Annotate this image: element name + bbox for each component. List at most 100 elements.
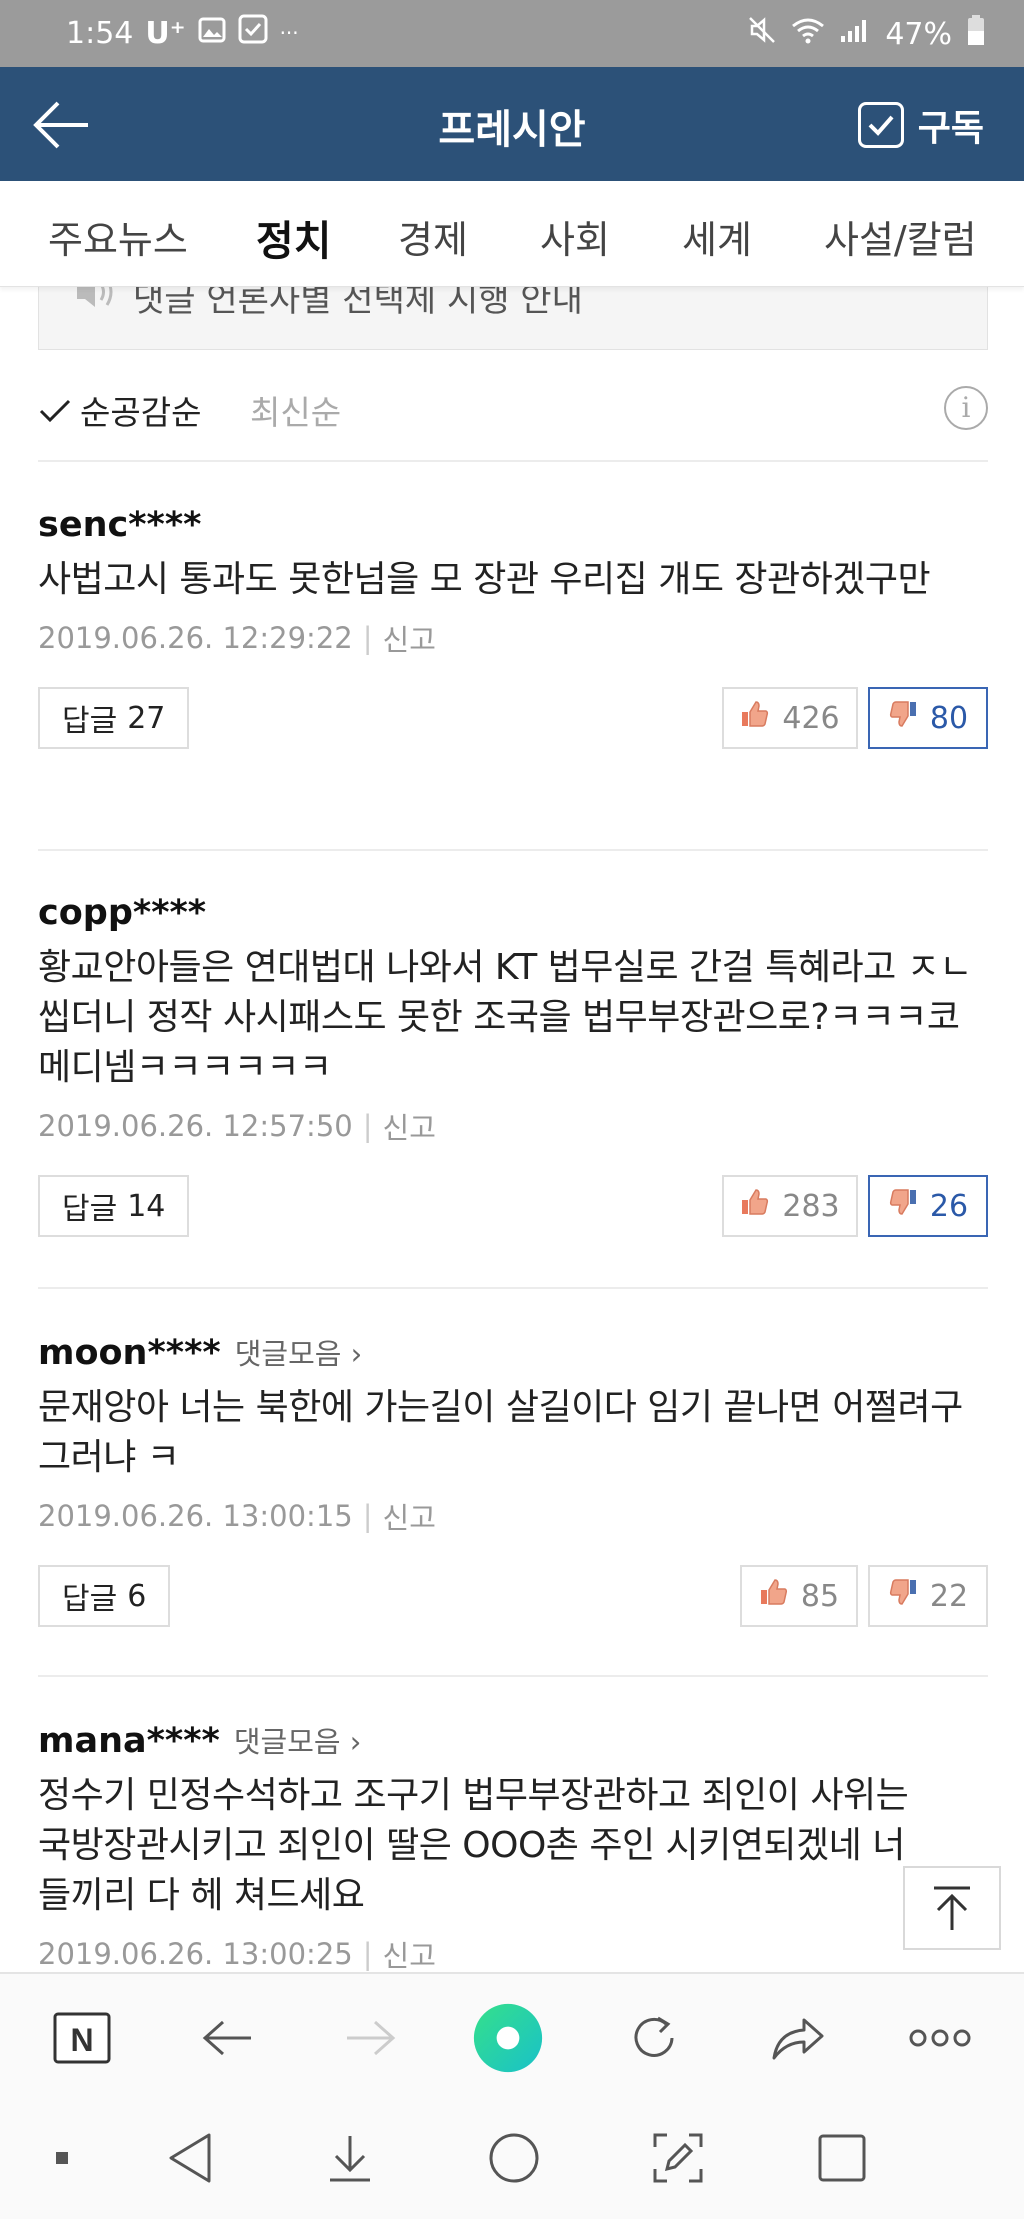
arrow-up-icon [934,1886,970,1930]
divider [38,1287,988,1289]
like-count: 283 [782,1188,840,1224]
refresh-icon[interactable] [618,2002,690,2074]
more-notifications: ··· [279,21,299,45]
sort-by-latest[interactable]: 최신순 [250,386,341,434]
comment-text: 황교안아들은 연대법대 나와서 KT 법무실로 간걸 특혜라고 ㅈㄴ 씹더니 정… [38,947,972,1088]
carrier-label: U⁺ [145,15,186,51]
screenshot-edit-icon[interactable] [646,2126,710,2190]
wifi-icon [791,16,825,52]
sort-bar: 순공감순 최신순 i [38,380,988,462]
tab-editorial[interactable]: 사설/칼럼 [824,209,977,264]
divider [38,1675,988,1677]
reply-button[interactable]: 답글 14 [38,1175,190,1237]
nav-dot-icon [30,2126,94,2190]
info-icon[interactable]: i [944,386,988,430]
tab-world[interactable]: 세계 [682,209,752,264]
check-icon [39,399,71,423]
thumbs-down-icon [888,1578,918,1614]
dislike-button[interactable]: 26 [868,1175,988,1237]
tab-politics[interactable]: 정치 [256,207,331,267]
divider [38,849,988,851]
comment-item: mana**** 댓글모음 › 정수기 민정수석하고 조구기 법무부장관하고 죄… [38,1719,988,1972]
comment-user[interactable]: senc**** [38,505,201,545]
system-navigation-bar [0,2100,1024,2219]
comment-date: 2019.06.26. 13:00:15 [38,1499,353,1533]
svg-text:N: N [70,2022,93,2058]
tab-society[interactable]: 사회 [540,209,610,264]
battery-icon [966,14,986,54]
checkbox-icon [857,102,904,148]
report-link[interactable]: 신고 [383,617,436,659]
separator: | [362,1937,373,1971]
comment-text: 사법고시 통과도 못한넘을 모 장관 우리집 개도 장관하겠구만 [38,559,931,600]
reply-label: 답글 [62,704,118,739]
comment-text: 문재앙아 너는 북한에 가는길이 살길이다 임기 끝나면 어쩔려구 그러냐 ㅋ [38,1387,963,1478]
comment-item: moon**** 댓글모음 › 문재앙아 너는 북한에 가는길이 살길이다 임기… [38,1331,988,1627]
sort-by-likes[interactable]: 순공감순 [38,386,201,434]
like-button[interactable]: 85 [740,1565,858,1627]
comment-item: senc**** 사법고시 통과도 못한넘을 모 장관 우리집 개도 장관하겠구… [38,505,988,749]
naver-home-icon[interactable]: N [46,2002,118,2074]
thumbs-up-icon [740,700,770,736]
sort-active-label: 순공감순 [80,393,202,432]
thumbs-down-icon [888,1188,918,1224]
browser-toolbar: N [0,1972,1024,2100]
separator: | [362,621,373,655]
comment-item: copp**** 황교안아들은 연대법대 나와서 KT 법무실로 간걸 특혜라고… [38,893,988,1237]
dislike-button[interactable]: 22 [868,1565,988,1627]
more-icon[interactable] [904,2002,976,2074]
recent-apps-icon[interactable] [810,2126,874,2190]
download-icon[interactable] [318,2126,382,2190]
battery-percent: 47% [885,16,952,52]
comment-user[interactable]: moon**** [38,1333,221,1373]
like-button[interactable]: 283 [722,1175,858,1237]
back-arrow-icon[interactable] [192,2002,264,2074]
checkbox-notification-icon [238,14,268,52]
separator: | [362,1499,373,1533]
comment-collection-link[interactable]: 댓글모음 › [235,1331,363,1373]
dislike-count: 26 [929,1188,969,1224]
back-triangle-icon[interactable] [158,2126,222,2190]
report-link[interactable]: 신고 [383,1495,436,1537]
thumbs-up-icon [759,1578,789,1614]
share-icon[interactable] [762,2002,834,2074]
like-count: 85 [800,1578,840,1614]
scroll-to-top-button[interactable] [903,1866,1001,1950]
reply-label: 답글 [62,1192,118,1227]
report-link[interactable]: 신고 [383,1105,436,1147]
clock: 1:54 [66,15,134,51]
app-header: 프레시안 구독 [0,67,1024,181]
reply-button[interactable]: 답글 6 [38,1565,171,1627]
subscribe-button[interactable]: 구독 [857,99,984,151]
dislike-button[interactable]: 80 [868,687,988,749]
reply-button[interactable]: 답글 27 [38,687,190,749]
like-button[interactable]: 426 [722,687,858,749]
home-circle-icon[interactable] [482,2126,546,2190]
comment-date: 2019.06.26. 12:57:50 [38,1109,353,1143]
comment-user[interactable]: copp**** [38,893,206,933]
status-bar: 1:54 U⁺ ··· 47% [0,0,1024,67]
like-count: 426 [782,700,840,736]
tab-main-news[interactable]: 주요뉴스 [48,209,188,264]
forward-arrow-icon [334,2002,406,2074]
category-tabs: 주요뉴스 정치 경제 사회 세계 사설/칼럼 [0,181,1024,287]
green-dot-icon[interactable] [472,2002,544,2074]
comment-collection-link[interactable]: 댓글모음 › [234,1719,362,1761]
thumbs-up-icon [740,1188,770,1224]
dislike-count: 22 [929,1578,969,1614]
reply-count: 27 [127,700,166,736]
comment-user[interactable]: mana**** [38,1721,220,1761]
subscribe-label: 구독 [917,108,984,149]
comment-text: 정수기 민정수석하고 조구기 법무부장관하고 죄인이 사위는 국방장관시키고 죄… [38,1775,909,1916]
mute-icon [747,15,777,53]
report-link[interactable]: 신고 [383,1933,436,1972]
comment-date: 2019.06.26. 12:29:22 [38,621,353,655]
thumbs-down-icon [888,700,918,736]
gallery-icon [198,16,226,51]
reply-count: 14 [127,1188,166,1224]
reply-count: 6 [127,1578,147,1614]
signal-icon [839,16,871,52]
tab-economy[interactable]: 경제 [398,209,468,264]
dislike-count: 80 [929,700,969,736]
comment-date: 2019.06.26. 13:00:25 [38,1937,353,1971]
